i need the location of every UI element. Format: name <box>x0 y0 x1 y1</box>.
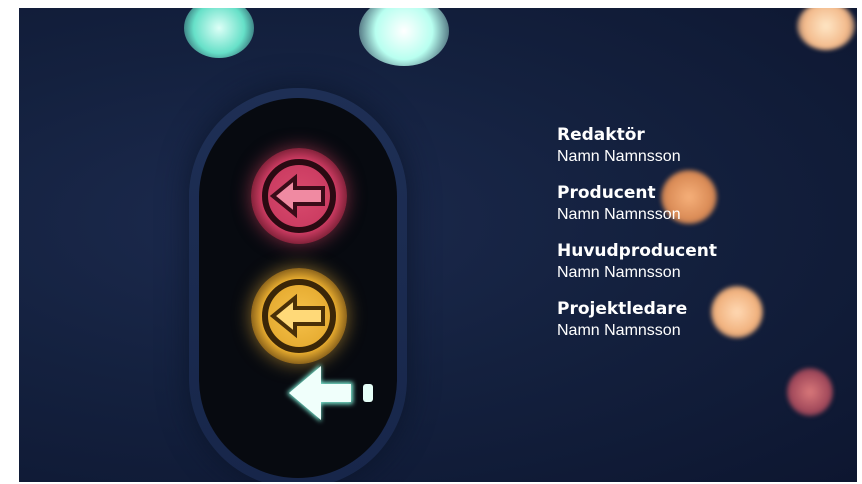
credit-role: Producent <box>557 183 656 203</box>
credit-item: Producent Namn Namnsson <box>557 182 857 226</box>
credit-name: Namn Namnsson <box>557 206 681 223</box>
slide: Redaktör Namn Namnsson Producent Namn Na… <box>19 8 857 482</box>
credit-item: Redaktör Namn Namnsson <box>557 124 857 168</box>
credit-name: Namn Namnsson <box>557 322 681 339</box>
credit-role: Redaktör <box>557 125 645 145</box>
top-green-light-right <box>359 8 449 66</box>
bokeh-bottom-right <box>787 368 833 416</box>
credit-item: Projektledare Namn Namnsson <box>557 298 857 342</box>
left-arrow-icon <box>262 159 336 233</box>
green-left-arrow-icon <box>287 364 373 422</box>
credits-list: Redaktör Namn Namnsson Producent Namn Na… <box>557 124 857 356</box>
top-green-light-left <box>184 8 254 58</box>
bokeh-top-right <box>797 8 855 50</box>
credit-role: Projektledare <box>557 299 688 319</box>
credit-role: Huvudproducent <box>557 241 718 261</box>
red-arrow-lamp <box>251 148 347 244</box>
credit-name: Namn Namnsson <box>557 148 681 165</box>
credit-item: Huvudproducent Namn Namnsson <box>557 240 857 284</box>
left-arrow-icon <box>262 279 336 353</box>
amber-arrow-lamp <box>251 268 347 364</box>
credit-name: Namn Namnsson <box>557 264 681 281</box>
traffic-light-face <box>199 98 397 478</box>
traffic-light-housing <box>189 88 407 482</box>
